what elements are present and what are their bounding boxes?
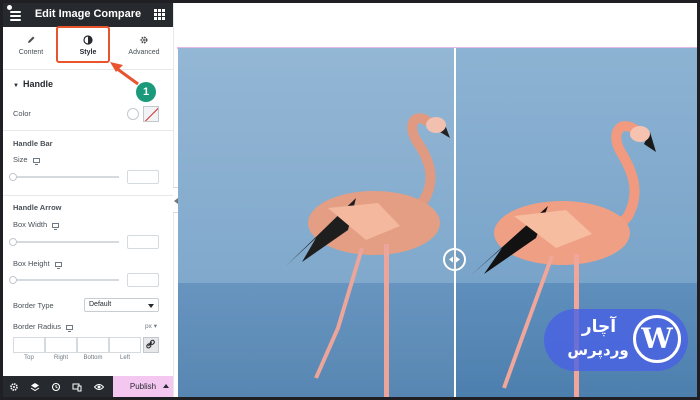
border-type-select[interactable]: Default bbox=[84, 298, 159, 312]
widgets-grid-icon[interactable] bbox=[154, 9, 165, 20]
box-height-slider-thumb[interactable] bbox=[9, 276, 17, 284]
tab-advanced-label: Advanced bbox=[128, 49, 160, 56]
eye-icon[interactable] bbox=[94, 382, 104, 392]
divider bbox=[3, 130, 173, 131]
history-icon[interactable] bbox=[51, 382, 61, 392]
compare-divider-line[interactable] bbox=[454, 48, 456, 397]
border-radius-label-row: Border Radius px ▾ bbox=[13, 322, 159, 332]
radius-top-input[interactable] bbox=[13, 337, 45, 353]
dimension-label-top: Top bbox=[24, 355, 34, 361]
panel-title: Edit Image Compare bbox=[34, 8, 142, 20]
desktop-icon[interactable] bbox=[65, 324, 73, 332]
size-input[interactable] bbox=[127, 170, 159, 184]
divider bbox=[3, 195, 173, 196]
dimension-label-right: Right bbox=[53, 355, 68, 361]
watermark-logo: آچار وردپرس W bbox=[544, 309, 688, 371]
box-height-label: Box Height bbox=[13, 259, 50, 268]
step-number-badge: 1 bbox=[136, 82, 156, 102]
chevron-up-icon[interactable] bbox=[163, 384, 169, 388]
pencil-icon bbox=[28, 36, 35, 43]
box-width-label: Box Width bbox=[13, 220, 48, 229]
compare-handle[interactable] bbox=[443, 248, 466, 271]
handle-section-header[interactable]: ▼ Handle bbox=[13, 79, 53, 89]
size-label-row: Size bbox=[13, 155, 40, 165]
box-width-slider[interactable] bbox=[13, 241, 119, 243]
box-width-slider-thumb[interactable] bbox=[9, 238, 17, 246]
dimension-label-left: Left bbox=[119, 355, 130, 361]
global-colors-icon[interactable] bbox=[127, 108, 139, 120]
publish-label: Publish bbox=[129, 382, 157, 391]
handle-section-title: Handle bbox=[22, 79, 53, 89]
annotation-highlight bbox=[56, 26, 110, 63]
radius-left-input[interactable] bbox=[109, 337, 141, 353]
color-label: Color bbox=[13, 109, 31, 118]
border-radius-dimensions: Top Right Bottom Left bbox=[13, 337, 159, 361]
gear-icon bbox=[140, 36, 148, 44]
color-control bbox=[127, 106, 159, 122]
box-width-label-row: Box Width bbox=[13, 220, 60, 230]
tab-content[interactable]: Content bbox=[3, 31, 59, 65]
size-slider-thumb[interactable] bbox=[9, 173, 17, 181]
wordpress-logo-icon: W bbox=[633, 315, 681, 363]
watermark-text-line2: وردپرس bbox=[567, 341, 629, 359]
box-height-label-row: Box Height bbox=[13, 259, 62, 269]
dimension-label-bottom: Bottom bbox=[83, 355, 103, 361]
desktop-icon[interactable] bbox=[32, 157, 40, 165]
size-label: Size bbox=[13, 155, 28, 164]
publish-button[interactable]: Publish bbox=[113, 376, 173, 397]
left-right-arrows-icon bbox=[449, 256, 460, 263]
border-radius-label: Border Radius bbox=[13, 322, 61, 331]
color-swatch[interactable] bbox=[143, 106, 159, 122]
border-type-value: Default bbox=[89, 301, 112, 308]
border-type-label: Border Type bbox=[13, 301, 54, 310]
link-icon[interactable] bbox=[143, 337, 159, 353]
handle-bar-title: Handle Bar bbox=[13, 139, 53, 148]
layers-icon[interactable] bbox=[30, 382, 40, 392]
unit-selector[interactable]: px ▾ bbox=[145, 322, 157, 330]
watermark-text-line1: آچار bbox=[581, 317, 617, 337]
caret-down-icon: ▼ bbox=[13, 83, 19, 89]
box-width-input[interactable] bbox=[127, 235, 159, 249]
handle-arrow-title: Handle Arrow bbox=[13, 203, 62, 212]
size-slider[interactable] bbox=[13, 176, 119, 178]
box-height-slider[interactable] bbox=[13, 279, 119, 281]
box-height-input[interactable] bbox=[127, 273, 159, 287]
settings-icon[interactable] bbox=[9, 382, 19, 392]
radius-bottom-input[interactable] bbox=[77, 337, 109, 353]
radius-right-input[interactable] bbox=[45, 337, 77, 353]
panel-footer: Publish bbox=[3, 376, 173, 397]
tab-content-label: Content bbox=[18, 49, 44, 56]
responsive-mode-icon[interactable] bbox=[72, 382, 82, 392]
chevron-down-icon bbox=[148, 304, 154, 308]
desktop-icon[interactable] bbox=[52, 222, 60, 230]
desktop-icon[interactable] bbox=[54, 261, 62, 269]
panel-header: Edit Image Compare bbox=[3, 3, 173, 27]
